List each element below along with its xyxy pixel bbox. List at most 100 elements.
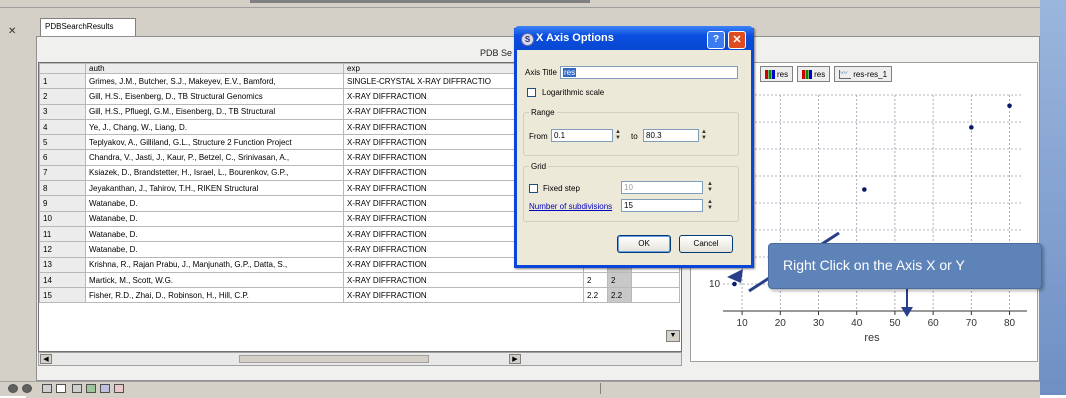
cell-auth[interactable]: Gill, H.S., Eisenberg, D., TB Structural… — [85, 88, 344, 105]
x-tick-label: 10 — [737, 318, 749, 329]
grid-title: PDB Se — [480, 48, 513, 58]
data-point[interactable] — [1007, 103, 1012, 109]
pin-icon[interactable]: ✕ — [8, 26, 16, 37]
row-number: 4 — [39, 118, 86, 136]
list-icon[interactable] — [72, 384, 82, 393]
column-header-auth[interactable]: auth — [85, 63, 344, 74]
x-axis-options-dialog: X Axis Options S ? ✕ Axis Title res Loga… — [514, 26, 754, 268]
cell-auth[interactable]: Watanabe, D. — [85, 241, 344, 258]
chart-tab-res-res-1[interactable]: 〰 res-res_1 — [834, 66, 893, 82]
scrollbar-thumb[interactable] — [239, 355, 429, 363]
cell-auth[interactable]: Chandra, V., Jasti, J., Kaur, P., Betzel… — [85, 149, 344, 166]
cell-auth[interactable]: Watanabe, D. — [85, 210, 344, 227]
subdivisions-link[interactable]: Number of subdivisions — [529, 202, 612, 211]
data-point[interactable] — [862, 187, 867, 192]
row-number: 7 — [39, 164, 86, 182]
chart-icon[interactable] — [86, 384, 96, 393]
grid-group — [523, 166, 739, 222]
fixed-step-spin-icon[interactable]: ▲ ▼ — [705, 181, 715, 194]
range-to-input[interactable]: 80.3 — [643, 129, 699, 142]
x-tick-label: 50 — [889, 318, 901, 329]
tab-pdbsearchresults[interactable]: PDBSearchResults — [40, 18, 136, 36]
cell-auth[interactable]: Watanabe, D. — [85, 195, 344, 212]
row-number: 10 — [39, 210, 86, 227]
cell-empty[interactable] — [631, 287, 680, 304]
ok-button[interactable]: OK — [617, 235, 671, 253]
grid-icon[interactable] — [42, 384, 52, 393]
close-icon[interactable]: ✕ — [728, 31, 746, 49]
cell-auth[interactable]: Ksiazek, D., Brandstetter, H., Israel, L… — [85, 164, 344, 182]
circle-icon[interactable] — [8, 384, 18, 393]
annotation-arrow-head — [727, 269, 743, 283]
cell-auth[interactable]: Krishna, R., Rajan Prabu, J., Manjunath,… — [85, 256, 344, 273]
to-spin-icon[interactable]: ▲ ▼ — [699, 129, 709, 142]
scroll-right-button[interactable]: ▶ — [509, 354, 521, 364]
cell-auth[interactable]: Fisher, R.D., Zhai, D., Robinson, H., Hi… — [85, 287, 344, 304]
row-number: 15 — [39, 287, 86, 304]
cell-res[interactable]: 2 — [583, 271, 608, 289]
cancel-button[interactable]: Cancel — [679, 235, 733, 253]
left-dock-strip — [0, 8, 26, 396]
range-from-input[interactable]: 0.1 — [551, 129, 613, 142]
chart-tab-res-2[interactable]: res — [797, 66, 831, 82]
from-label: From — [529, 132, 548, 141]
bar-chart-icon — [765, 69, 775, 79]
cell-res[interactable]: 2.2 — [583, 287, 608, 304]
cell-auth[interactable]: Teplyakov, A., Gilliland, G.L., Structur… — [85, 134, 344, 151]
cell-res2[interactable]: 2 — [607, 271, 632, 289]
row-number: 13 — [39, 256, 86, 273]
axis-title-value: res — [563, 68, 577, 77]
axis-title-input[interactable]: res — [560, 66, 738, 79]
row-number: 12 — [39, 241, 86, 258]
fixed-step-checkbox[interactable] — [529, 184, 538, 193]
x-tick-label: 30 — [813, 318, 825, 329]
status-bar — [0, 381, 1040, 395]
chart-tab-label: res — [777, 69, 789, 79]
help-icon[interactable]: ? — [707, 31, 725, 49]
cell-exp[interactable]: X-RAY DIFFRACTION — [343, 271, 584, 289]
instruction-callout: Right Click on the Axis X or Y — [768, 243, 1042, 289]
cell-auth[interactable]: Gill, H.S., Pfluegl, G.M., Eisenberg, D.… — [85, 103, 344, 120]
export-icon[interactable] — [100, 384, 110, 393]
cell-exp[interactable]: X-RAY DIFFRACTION — [343, 287, 584, 304]
row-number: 1 — [39, 72, 86, 90]
table-row[interactable]: 14 Martick, M., Scott, W.G. X-RAY DIFFRACT… — [39, 271, 680, 289]
table-row[interactable]: 15 Fisher, R.D., Zhai, D., Robinson, H., … — [39, 287, 680, 304]
subdivisions-input[interactable]: 15 — [621, 199, 703, 212]
x-axis-label[interactable]: res — [864, 332, 880, 344]
log-scale-checkbox[interactable] — [527, 88, 536, 97]
data-point[interactable] — [969, 125, 974, 130]
cell-empty[interactable] — [631, 271, 680, 289]
chart-tab-label: res — [814, 69, 826, 79]
chart-tab-res-1[interactable]: res — [760, 66, 794, 82]
chart-tab-label: res-res_1 — [853, 69, 888, 79]
cell-auth[interactable]: Grimes, J.M., Butcher, S.J., Makeyev, E.… — [85, 72, 344, 90]
scroll-left-button[interactable]: ◀ — [40, 354, 52, 364]
axis-title-label: Axis Title — [525, 68, 558, 77]
row-number: 11 — [39, 225, 86, 243]
scroll-down-button[interactable]: ▼ — [666, 330, 680, 342]
horizontal-scrollbar[interactable]: ◀ ▶ — [38, 352, 682, 366]
x-tick-label: 20 — [775, 318, 787, 329]
from-spin-icon[interactable]: ▲ ▼ — [613, 129, 623, 142]
subdivisions-spin-icon[interactable]: ▲ ▼ — [705, 199, 715, 212]
cell-auth[interactable]: Jeyakanthan, J., Tahirov, T.H., RIKEN St… — [85, 180, 344, 197]
row-number: 3 — [39, 103, 86, 120]
to-label: to — [631, 132, 638, 141]
data-point[interactable] — [732, 281, 737, 287]
cell-res2[interactable]: 2.2 — [607, 287, 632, 304]
image-icon[interactable] — [114, 384, 124, 393]
window-icon[interactable] — [56, 384, 66, 393]
desktop-edge — [1040, 0, 1066, 395]
fixed-step-input[interactable]: 10 — [621, 181, 703, 194]
cell-auth[interactable]: Watanabe, D. — [85, 225, 344, 243]
cell-auth[interactable]: Martick, M., Scott, W.G. — [85, 271, 344, 289]
range-group-label: Range — [529, 108, 557, 117]
cell-auth[interactable]: Ye, J., Chang, W., Liang, D. — [85, 118, 344, 136]
row-number: 5 — [39, 134, 86, 151]
y-tick-label[interactable]: 10 — [709, 279, 721, 290]
log-scale-label: Logarithmic scale — [542, 88, 605, 97]
circle-icon[interactable] — [22, 384, 32, 393]
x-tick-label: 60 — [928, 318, 940, 329]
row-number: 2 — [39, 88, 86, 105]
